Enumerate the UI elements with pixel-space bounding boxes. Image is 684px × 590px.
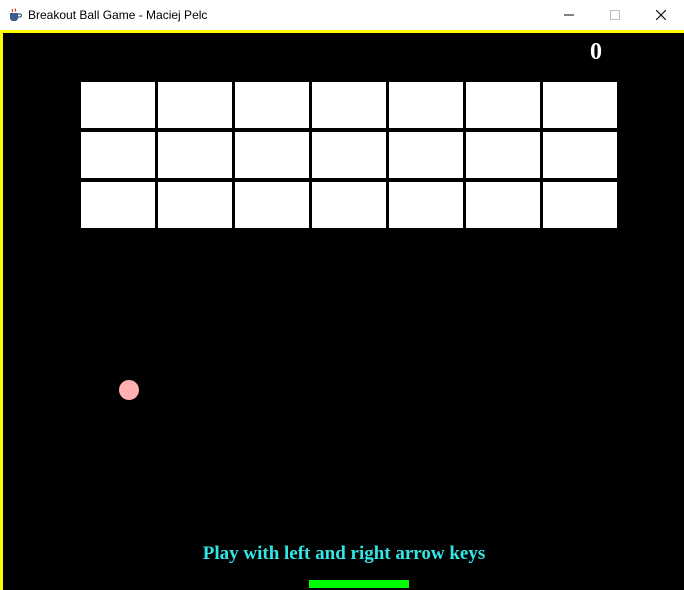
brick bbox=[543, 132, 617, 178]
brick bbox=[235, 82, 309, 128]
brick bbox=[235, 182, 309, 228]
brick bbox=[312, 132, 386, 178]
brick bbox=[543, 182, 617, 228]
brick bbox=[389, 132, 463, 178]
game-window: Breakout Ball Game - Maciej Pelc 0 Play … bbox=[0, 0, 684, 590]
java-cup-icon[interactable] bbox=[7, 7, 23, 23]
paddle[interactable] bbox=[309, 580, 409, 588]
left-border bbox=[0, 30, 3, 590]
brick bbox=[158, 82, 232, 128]
brick bbox=[81, 182, 155, 228]
window-title: Breakout Ball Game - Maciej Pelc bbox=[28, 8, 208, 22]
maximize-button[interactable] bbox=[592, 0, 638, 30]
brick bbox=[466, 182, 540, 228]
title-bar[interactable]: Breakout Ball Game - Maciej Pelc bbox=[0, 0, 684, 30]
brick bbox=[312, 182, 386, 228]
brick bbox=[81, 132, 155, 178]
score-display: 0 bbox=[590, 39, 602, 65]
brick bbox=[81, 82, 155, 128]
close-icon bbox=[656, 10, 666, 20]
instructions-label: Play with left and right arrow keys bbox=[202, 543, 486, 564]
brick bbox=[543, 82, 617, 128]
brick bbox=[466, 132, 540, 178]
brick bbox=[235, 132, 309, 178]
instructions-text: Play with left and right arrow keys bbox=[0, 542, 684, 566]
top-border bbox=[0, 30, 684, 33]
brick bbox=[466, 82, 540, 128]
brick bbox=[389, 82, 463, 128]
minimize-icon bbox=[564, 14, 574, 16]
close-button[interactable] bbox=[638, 0, 684, 30]
brick bbox=[158, 132, 232, 178]
brick bbox=[312, 82, 386, 128]
maximize-icon bbox=[610, 10, 620, 20]
ball bbox=[119, 380, 139, 400]
brick bbox=[389, 182, 463, 228]
brick-grid bbox=[80, 80, 619, 230]
brick bbox=[158, 182, 232, 228]
minimize-button[interactable] bbox=[546, 0, 592, 30]
